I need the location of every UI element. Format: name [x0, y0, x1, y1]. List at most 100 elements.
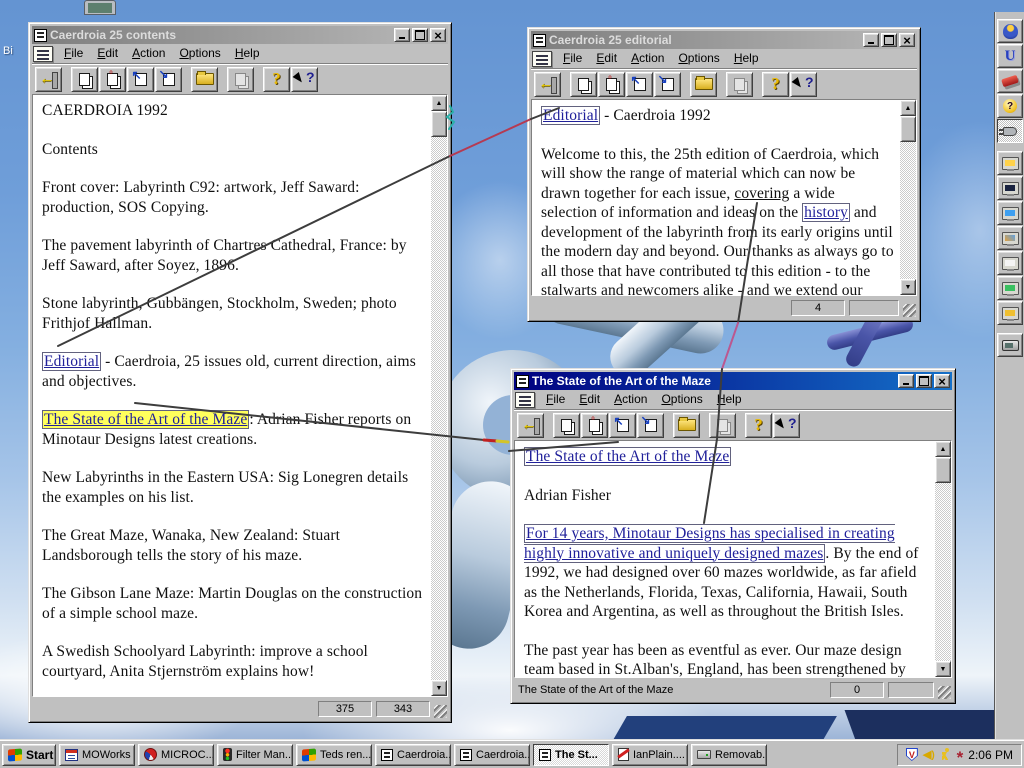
computer-dollar-button[interactable]	[997, 151, 1023, 175]
scroll-up-button[interactable]	[431, 95, 447, 111]
computer-doc-button[interactable]	[997, 251, 1023, 275]
scroll-track[interactable]	[935, 457, 951, 661]
minimize-button[interactable]	[394, 28, 410, 42]
scroll-thumb[interactable]	[900, 116, 916, 142]
resize-grip[interactable]	[938, 686, 951, 699]
scroll-down-button[interactable]	[935, 661, 951, 677]
maximize-button[interactable]	[881, 33, 897, 47]
copy-button[interactable]	[709, 412, 736, 438]
task-filter-manager[interactable]: Filter Man...	[217, 743, 293, 766]
resize-grip[interactable]	[434, 705, 447, 718]
open-button[interactable]	[673, 412, 700, 438]
editorial-link[interactable]: Editorial	[541, 106, 601, 125]
copy-link-button[interactable]	[570, 71, 597, 97]
menu-action[interactable]: Action	[607, 391, 654, 408]
scroll-up-button[interactable]	[935, 441, 951, 457]
scroll-thumb[interactable]	[431, 111, 447, 137]
menu-file[interactable]: File	[556, 50, 589, 67]
walker-icon[interactable]	[940, 748, 952, 761]
menu-options[interactable]: Options	[172, 45, 227, 62]
replace-link-button[interactable]	[99, 66, 126, 92]
copy-link-button[interactable]	[553, 412, 580, 438]
state-of-the-art-link[interactable]: The State of the Art of the Maze	[42, 410, 250, 429]
link-start-button[interactable]	[127, 66, 154, 92]
copy-link-button[interactable]	[71, 66, 98, 92]
computer-yellow-button[interactable]	[997, 301, 1023, 325]
close-button[interactable]	[430, 28, 446, 42]
scroll-down-button[interactable]	[900, 279, 916, 295]
menu-edit[interactable]: Edit	[572, 391, 607, 408]
titlebar[interactable]: Caerdroia 25 contents	[32, 26, 448, 44]
open-button[interactable]	[191, 66, 218, 92]
bug-button[interactable]	[997, 19, 1023, 43]
context-help-button[interactable]	[790, 71, 817, 97]
link-start-button[interactable]	[609, 412, 636, 438]
task-ianplain[interactable]: IanPlain....	[612, 743, 688, 766]
link-start-button[interactable]	[626, 71, 653, 97]
titlebar[interactable]: The State of the Art of the Maze	[514, 372, 952, 390]
task-microcosm[interactable]: MICROC...	[138, 743, 214, 766]
back-button[interactable]	[517, 412, 544, 438]
replace-link-button[interactable]	[598, 71, 625, 97]
menu-file[interactable]: File	[539, 391, 572, 408]
volume-icon[interactable]	[923, 748, 935, 761]
menu-help[interactable]: Help	[228, 45, 267, 62]
link-end-button[interactable]	[637, 412, 664, 438]
maximize-button[interactable]	[412, 28, 428, 42]
back-button[interactable]	[534, 71, 561, 97]
maze-title-link[interactable]: The State of the Art of the Maze	[524, 447, 732, 466]
menu-edit[interactable]: Edit	[90, 45, 125, 62]
resize-grip[interactable]	[903, 304, 916, 317]
history-link[interactable]: history	[802, 203, 850, 222]
scroll-down-button[interactable]	[431, 680, 447, 696]
pda-button[interactable]	[997, 333, 1023, 357]
plug-button[interactable]	[997, 119, 1023, 143]
link-end-button[interactable]	[654, 71, 681, 97]
scroll-up-button[interactable]	[900, 100, 916, 116]
menu-help[interactable]: Help	[710, 391, 749, 408]
help-button[interactable]	[263, 66, 290, 92]
help-button[interactable]	[762, 71, 789, 97]
antivirus-shield-icon[interactable]	[905, 748, 918, 761]
virus-scanner-icon[interactable]	[957, 753, 964, 763]
close-button[interactable]	[899, 33, 915, 47]
copy-button[interactable]	[227, 66, 254, 92]
minimize-button[interactable]	[863, 33, 879, 47]
covering-anchor[interactable]: covering	[734, 185, 789, 202]
scroll-track[interactable]	[431, 111, 447, 680]
link-end-button[interactable]	[155, 66, 182, 92]
desktop-icon-label[interactable]: Bi	[3, 45, 13, 57]
task-caerdroia-2[interactable]: Caerdroia...	[454, 743, 530, 766]
menu-action[interactable]: Action	[125, 45, 172, 62]
stapler-button[interactable]	[997, 69, 1023, 93]
menu-help[interactable]: Help	[727, 50, 766, 67]
close-button[interactable]	[934, 374, 950, 388]
menu-action[interactable]: Action	[624, 50, 671, 67]
copy-button[interactable]	[726, 71, 753, 97]
start-button[interactable]: Start	[2, 743, 56, 766]
scroll-thumb[interactable]	[935, 457, 951, 483]
bulb-help-button[interactable]	[997, 94, 1023, 118]
vertical-scrollbar[interactable]	[935, 441, 951, 677]
minimize-button[interactable]	[898, 374, 914, 388]
context-help-button[interactable]	[773, 412, 800, 438]
replace-link-button[interactable]	[581, 412, 608, 438]
computer-green-button[interactable]	[997, 276, 1023, 300]
desktop-icon-partial[interactable]	[84, 0, 116, 15]
vertical-scrollbar[interactable]	[431, 95, 447, 696]
open-button[interactable]	[690, 71, 717, 97]
computer-arrow-button[interactable]	[997, 201, 1023, 225]
computer-photo-button[interactable]	[997, 226, 1023, 250]
scroll-track[interactable]	[900, 116, 916, 279]
vertical-scrollbar[interactable]	[900, 100, 916, 295]
task-caerdroia-1[interactable]: Caerdroia...	[375, 743, 451, 766]
context-help-button[interactable]	[291, 66, 318, 92]
menu-options[interactable]: Options	[671, 50, 726, 67]
maximize-button[interactable]	[916, 374, 932, 388]
magnet-button[interactable]	[997, 44, 1023, 68]
task-teds[interactable]: Teds ren...	[296, 743, 372, 766]
titlebar[interactable]: Caerdroia 25 editorial	[531, 31, 917, 49]
menu-edit[interactable]: Edit	[589, 50, 624, 67]
editorial-link[interactable]: Editorial	[42, 352, 102, 371]
menu-file[interactable]: File	[57, 45, 90, 62]
